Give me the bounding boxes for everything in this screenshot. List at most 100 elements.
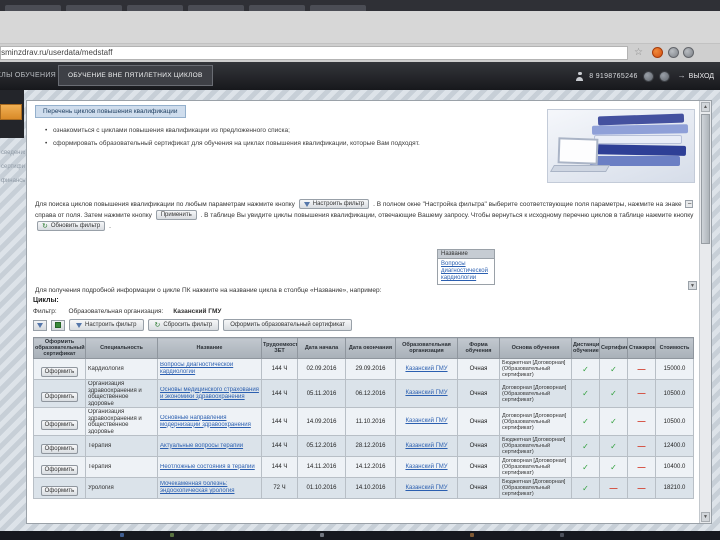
sidebar-item[interactable]: сертификаты <box>1 164 25 170</box>
taskbar-icon[interactable] <box>470 533 474 537</box>
form-cell: Очная <box>457 456 500 478</box>
header-round-icon-2[interactable] <box>658 70 670 82</box>
info-line: Для получения подробной информации о цик… <box>35 287 382 294</box>
filter-field-label: Образовательная организация: <box>68 308 164 315</box>
book-shape <box>594 135 682 144</box>
book-shape <box>591 124 689 135</box>
scroll-down-arrow[interactable]: ▼ <box>701 512 710 522</box>
start-date-cell: 14.09.2016 <box>297 407 346 436</box>
end-date-cell: 11.10.2016 <box>345 407 396 436</box>
tab-training-cycles[interactable]: ЦИКЛЫ ОБУЧЕНИЯ <box>0 62 56 90</box>
start-date-cell: 14.11.2016 <box>297 456 346 478</box>
para-text: . В таблице Вы увидите циклы повышения к… <box>200 212 694 219</box>
table-row: Оформить Урология Мочекаменная болезнь: … <box>33 477 694 499</box>
hours-cell: 144 Ч <box>261 456 298 478</box>
col-header: Название <box>157 337 262 359</box>
refresh-icon: ↻ <box>42 222 48 230</box>
workspace: сведения сертификаты финансы Перечень ци… <box>0 90 720 531</box>
phone-number: 8 9198765246 <box>589 72 638 80</box>
sidebar-item[interactable]: сведения <box>1 150 25 156</box>
scroll-down-arrow[interactable]: ▼ <box>688 281 697 290</box>
specialty-cell: Терапия <box>88 442 112 449</box>
cost-cell: 18210.0 <box>655 477 694 499</box>
bookmark-star-icon[interactable]: ☆ <box>634 46 643 60</box>
cycle-name-link[interactable]: Актуальные вопросы терапии <box>160 443 259 450</box>
cost-cell: 10500.0 <box>655 379 694 408</box>
configure-filter-inline-button[interactable]: Настроить фильтр <box>298 199 370 210</box>
apply-inline-button[interactable]: Применить <box>155 210 197 221</box>
taskbar-icon[interactable] <box>560 533 564 537</box>
menu-badge-icon[interactable] <box>683 47 694 58</box>
col-header: Трудоемкость ЗЕТ <box>261 337 298 359</box>
col-header: Дата окончания <box>345 337 396 359</box>
taskbar-icon[interactable] <box>120 533 124 537</box>
filter-funnel-icon-button[interactable] <box>33 319 47 331</box>
org-link[interactable]: Казанский ГМУ <box>398 366 455 373</box>
cycle-name-link[interactable]: Неотложные состояния в терапии <box>160 464 259 471</box>
excel-export-icon-button[interactable] <box>51 319 65 331</box>
certificate-check: ✓ <box>599 379 628 408</box>
org-link[interactable]: Казанский ГМУ <box>398 485 455 492</box>
end-date-cell: 29.09.2016 <box>345 358 396 380</box>
taskbar-icon[interactable] <box>170 533 174 537</box>
make-cert-row-button[interactable]: Оформить <box>40 486 79 496</box>
panel-scrollbar[interactable]: ▲ ▼ <box>699 101 711 523</box>
header-right: 8 9198765246 → ВЫХОД <box>575 62 717 90</box>
make-cert-row-button[interactable]: Оформить <box>40 391 79 402</box>
basis-cell: Бюджетная [Договорная] (Образовательный … <box>502 479 566 497</box>
address-bar-row: rosminzdrav.ru/userdata/medstaff ☆ <box>0 44 720 62</box>
refresh-filter-inline-button[interactable]: ↻ Обновить фильтр <box>37 221 106 232</box>
specialty-cell: Организация здравоохранения и общественн… <box>88 409 142 434</box>
scrollbar-thumb[interactable] <box>701 114 710 244</box>
certificate-check: ✓ <box>599 435 628 457</box>
form-cell: Очная <box>457 407 500 436</box>
distance-check: ✓ <box>571 358 600 380</box>
make-cert-row-button[interactable]: Оформить <box>40 367 79 377</box>
scroll-up-arrow[interactable]: ▲ <box>701 102 710 112</box>
para-text: справа от поля. Затем нажмите кнопку <box>35 212 152 219</box>
table-row: Оформить Терапия Актуальные вопросы тера… <box>33 435 694 457</box>
example-cycle-link[interactable]: Вопросы диагностической кардиологии <box>438 259 494 284</box>
org-link[interactable]: Казанский ГМУ <box>398 443 455 450</box>
basis-cell: Бюджетная [Договорная] (Образовательный … <box>502 437 566 455</box>
books-laptop-image <box>547 109 695 183</box>
form-cell: Очная <box>457 358 500 380</box>
internship-check: — <box>627 407 656 436</box>
org-link[interactable]: Казанский ГМУ <box>398 464 455 471</box>
cycle-name-link[interactable]: Вопросы диагностической кардиологии <box>160 362 259 376</box>
cost-cell: 12400.0 <box>655 435 694 457</box>
end-date-cell: 14.12.2016 <box>345 456 396 478</box>
make-certificate-button[interactable]: Оформить образовательный сертификат <box>223 319 353 331</box>
make-cert-row-button[interactable]: Оформить <box>40 419 79 430</box>
make-cert-row-button[interactable]: Оформить <box>40 444 79 454</box>
cycle-name-link[interactable]: Основы медицинского страхования и эконом… <box>160 387 259 401</box>
tab-outside-five-year-cycles[interactable]: ОБУЧЕНИЕ ВНЕ ПЯТИЛЕТНИХ ЦИКЛОВ <box>58 65 213 86</box>
make-cert-row-button[interactable]: Оформить <box>40 465 79 475</box>
configure-filter-button[interactable]: Настроить фильтр <box>69 319 144 331</box>
logout-button[interactable]: → ВЫХОД <box>675 70 717 82</box>
specialty-cell: Кардиология <box>88 365 124 372</box>
org-link[interactable]: Казанский ГМУ <box>398 390 455 397</box>
para-text: . <box>109 223 111 230</box>
section-tab[interactable]: Перечень циклов повышения квалификации <box>35 105 186 118</box>
extension-badge-icon[interactable] <box>652 47 663 58</box>
distance-check: ✓ <box>571 456 600 478</box>
taskbar-icon[interactable] <box>320 533 324 537</box>
internship-check: — <box>627 435 656 457</box>
profile-badge-icon[interactable] <box>668 47 679 58</box>
org-link[interactable]: Казанский ГМУ <box>398 418 455 425</box>
col-header: Образовательная организация <box>395 337 458 359</box>
certificate-check: — <box>599 477 628 499</box>
sidebar-active-item[interactable] <box>0 104 22 120</box>
laptop-screen-shape <box>557 137 599 165</box>
cycle-name-link[interactable]: Основные направления модернизации здраво… <box>160 415 259 429</box>
cycle-name-link[interactable]: Мочекаменная болезнь: эндоскопическая ур… <box>160 481 259 495</box>
col-header: Сертификат <box>599 337 628 359</box>
filter-instructions: Для поиска циклов повышения квалификации… <box>35 199 697 232</box>
internship-check: — <box>627 379 656 408</box>
start-date-cell: 05.11.2016 <box>297 379 346 408</box>
reset-filter-button[interactable]: ↻ Сбросить фильтр <box>147 319 220 331</box>
url-input[interactable]: rosminzdrav.ru/userdata/medstaff <box>0 46 628 60</box>
header-round-icon-1[interactable] <box>642 70 654 82</box>
sidebar-item[interactable]: финансы <box>1 178 25 184</box>
